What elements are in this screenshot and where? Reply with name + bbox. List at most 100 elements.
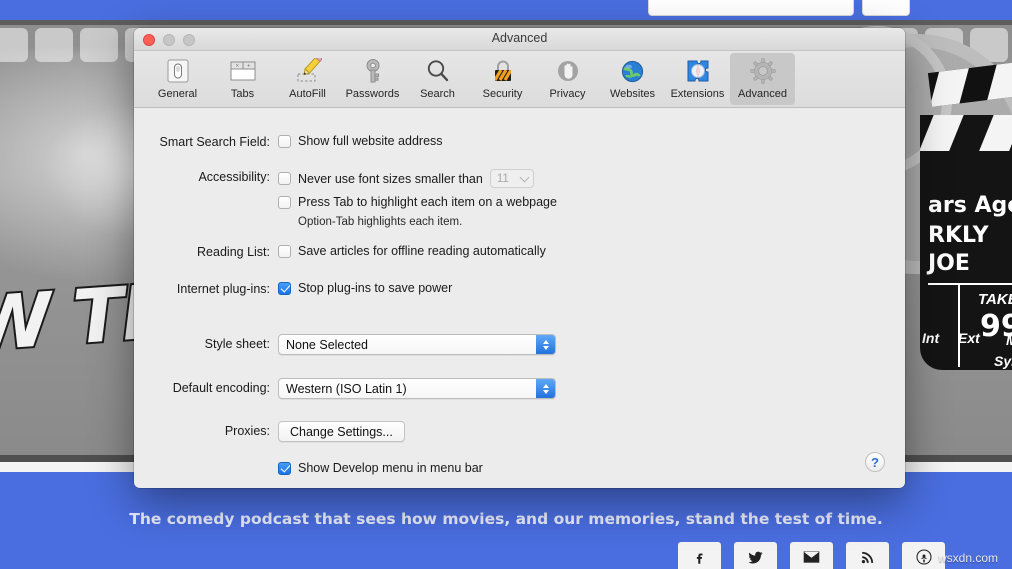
toolbar-item-passwords[interactable]: Passwords (340, 53, 405, 105)
toolbar-item-privacy[interactable]: Privacy (535, 53, 600, 105)
rss-icon (860, 550, 875, 565)
style-sheet-value: None Selected (286, 337, 369, 352)
clapperboard-line-3a: RKLY (928, 223, 989, 248)
websites-icon (620, 56, 645, 86)
label-press-tab-to-highlight: Press Tab to highlight each item on a we… (298, 195, 557, 209)
clapperboard-stripes (920, 115, 1012, 151)
rss-button[interactable] (846, 542, 889, 569)
email-button[interactable] (790, 542, 833, 569)
extensions-icon (685, 56, 711, 86)
label-smart-search-field: Smart Search Field: (159, 135, 270, 149)
toolbar-item-autofill[interactable]: AutoFill (275, 53, 340, 105)
toolbar-label-tabs: Tabs (230, 88, 255, 100)
label-save-articles-offline: Save articles for offline reading automa… (298, 244, 546, 258)
search-icon (425, 56, 451, 86)
chevron-down-icon (519, 172, 530, 183)
row-smart-search-field: Smart Search Field: Show full website ad… (134, 134, 443, 150)
window-titlebar[interactable]: Advanced (134, 28, 905, 51)
twitter-button[interactable] (734, 542, 777, 569)
general-icon (165, 56, 191, 86)
toolbar-item-search[interactable]: Search (405, 53, 470, 105)
toolbar-label-autofill: AutoFill (289, 88, 326, 100)
toolbar-item-security[interactable]: Security (470, 53, 535, 105)
clapperboard-take-label: TAKE (978, 291, 1012, 308)
clapperboard-int-label: Int (922, 330, 940, 346)
safari-preferences-window: Advanced General × + Tabs AutoFill Passw… (134, 28, 905, 488)
row-reading-list: Reading List: Save articles for offline … (134, 244, 546, 260)
label-reading-list: Reading List: (197, 245, 270, 259)
clapperboard: ars Ago RKLY JOE TAKE 99 Int Ext Mos Syn… (920, 115, 1012, 370)
advanced-icon (749, 56, 777, 86)
clapperboard-line-3b: JOE (928, 251, 970, 276)
clapperboard-sync-label: Sync (994, 353, 1012, 369)
site-tagline: The comedy podcast that sees how movies,… (129, 510, 883, 528)
site-search-area (648, 0, 910, 16)
preferences-toolbar: General × + Tabs AutoFill Passwords Sear… (134, 51, 905, 108)
site-search-button[interactable] (862, 0, 910, 16)
row-default-encoding: Default encoding: Western (ISO Latin 1) (134, 378, 556, 399)
clapperboard-line-2: ars Ago (928, 193, 1012, 218)
label-default-encoding: Default encoding: (172, 381, 270, 395)
label-accessibility: Accessibility: (198, 170, 270, 184)
toolbar-label-passwords: Passwords (345, 88, 400, 100)
preferences-content: Smart Search Field: Show full website ad… (134, 108, 905, 487)
label-stop-plugins-to-save-power: Stop plug-ins to save power (298, 281, 453, 295)
toolbar-label-security: Security (482, 88, 523, 100)
toolbar-item-websites[interactable]: Websites (600, 53, 665, 105)
hint-option-tab: Option-Tab highlights each item. (298, 216, 463, 228)
default-encoding-dropdown[interactable]: Western (ISO Latin 1) (278, 378, 556, 399)
checkbox-save-articles-offline[interactable] (278, 244, 291, 258)
font-size-dropdown[interactable]: 11 (489, 169, 534, 188)
toolbar-label-general: General (157, 88, 198, 100)
clapperboard-vertical-divider (958, 285, 960, 367)
checkbox-show-develop-menu[interactable] (278, 461, 291, 475)
row-develop-menu: Show Develop menu in menu bar (134, 461, 483, 475)
site-search-input[interactable] (648, 0, 854, 16)
privacy-icon (555, 56, 581, 86)
checkbox-show-full-website-address[interactable] (278, 134, 291, 148)
clapperboard-divider (928, 283, 1012, 285)
style-sheet-dropdown[interactable]: None Selected (278, 334, 556, 355)
toolbar-item-advanced[interactable]: Advanced (730, 53, 795, 105)
toolbar-item-general[interactable]: General (145, 53, 210, 105)
label-style-sheet: Style sheet: (204, 337, 270, 351)
email-icon (803, 550, 820, 564)
banner-top-edge (0, 20, 1012, 25)
social-links-row (678, 542, 945, 569)
change-settings-button[interactable]: Change Settings... (278, 421, 405, 442)
default-encoding-value: Western (ISO Latin 1) (286, 381, 407, 396)
svg-text:×: × (235, 64, 239, 70)
facebook-icon (692, 550, 707, 565)
checkbox-never-use-font-sizes-smaller-than[interactable] (278, 172, 291, 185)
row-internet-plugins: Internet plug-ins: Stop plug-ins to save… (134, 281, 452, 297)
toolbar-label-websites: Websites (609, 88, 656, 100)
autofill-icon (294, 56, 322, 86)
label-show-full-website-address: Show full website address (298, 134, 443, 148)
clapperboard-mos-label: Mos (1006, 332, 1012, 348)
clapperboard-ext-label: Ext (958, 330, 980, 346)
toolbar-item-extensions[interactable]: Extensions (665, 53, 730, 105)
label-show-develop-menu: Show Develop menu in menu bar (298, 461, 483, 475)
site-watermark: wsxdn.com (938, 551, 999, 565)
checkbox-stop-plugins-to-save-power[interactable] (278, 281, 291, 295)
passwords-icon (361, 56, 385, 86)
toolbar-label-advanced: Advanced (738, 88, 787, 100)
svg-text:+: + (247, 64, 251, 70)
row-accessibility: Accessibility: Never use font sizes smal… (134, 169, 557, 228)
help-button[interactable]: ? (865, 452, 885, 472)
row-style-sheet: Style sheet: None Selected (134, 334, 556, 355)
label-never-use-font-sizes-smaller-than: Never use font sizes smaller than (298, 171, 483, 186)
toolbar-label-extensions: Extensions (670, 88, 725, 100)
label-internet-plugins: Internet plug-ins: (176, 282, 270, 296)
twitter-icon (747, 550, 764, 565)
stepper-arrows-icon-2 (536, 379, 555, 398)
tabs-icon: × + (229, 56, 257, 86)
stepper-arrows-icon (536, 335, 555, 354)
label-proxies: Proxies: (224, 424, 270, 438)
toolbar-item-tabs[interactable]: × + Tabs (210, 53, 275, 105)
security-icon (491, 56, 515, 86)
toolbar-label-privacy: Privacy (549, 88, 586, 100)
checkbox-press-tab-to-highlight[interactable] (278, 195, 291, 209)
window-title: Advanced (491, 31, 548, 45)
facebook-button[interactable] (678, 542, 721, 569)
